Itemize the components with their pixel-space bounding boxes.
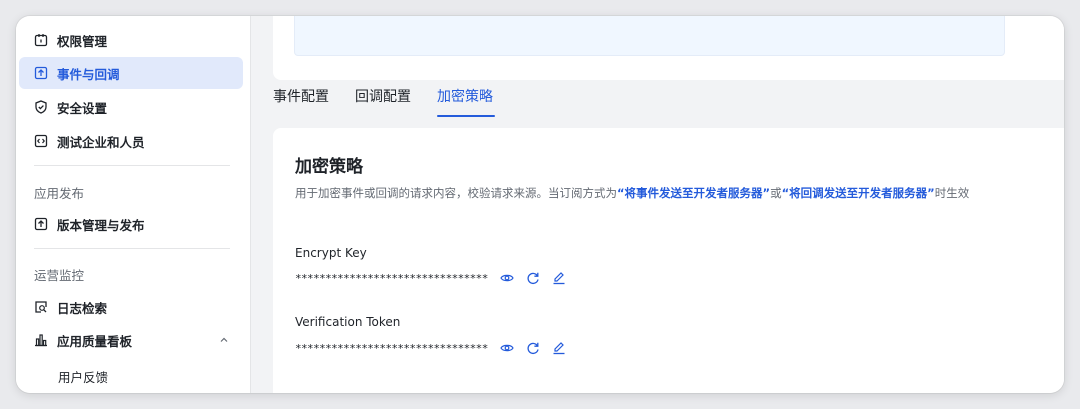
event-callback-icon	[34, 66, 48, 80]
sidebar-item-quality-dashboard[interactable]: 应用质量看板	[19, 324, 243, 356]
sidebar-subitem-user-feedback[interactable]: 用户反馈	[58, 367, 108, 386]
tab-encryption-strategy[interactable]: 加密策略	[437, 86, 493, 106]
sidebar-item-test-tenant[interactable]: 测试企业和人员	[19, 125, 243, 157]
config-table-header	[294, 16, 1005, 56]
edit-icon[interactable]	[552, 341, 566, 355]
sidebar-item-label: 日志检索	[57, 300, 108, 316]
encrypt-key-row: ********************************	[295, 271, 566, 285]
description-text: 用于加密事件或回调的请求内容，校验请求来源。当订阅方式为	[295, 186, 617, 200]
log-search-icon	[34, 300, 48, 314]
sidebar-item-label: 版本管理与发布	[57, 217, 145, 233]
sidebar-item-label: 测试企业和人员	[57, 134, 145, 150]
verification-token-row: ********************************	[295, 341, 566, 355]
encryption-card: 加密策略 用于加密事件或回调的请求内容，校验请求来源。当订阅方式为“将事件发送至…	[273, 128, 1064, 393]
description-text: 时生效	[934, 186, 970, 200]
event-to-server-link[interactable]: “将事件发送至开发者服务器”	[617, 186, 770, 200]
section-description: 用于加密事件或回调的请求内容，校验请求来源。当订阅方式为“将事件发送至开发者服务…	[295, 184, 1015, 202]
encrypt-key-label: Encrypt Key	[295, 246, 367, 260]
tab-callback-config[interactable]: 回调配置	[355, 86, 411, 106]
section-label-monitoring: 运营监控	[34, 268, 85, 283]
sidebar-item-label: 权限管理	[57, 33, 108, 49]
app-window: 权限管理 事件与回调 安全设置 测试企业和人员 应用发布 版本管理与发布 运营监…	[16, 16, 1064, 393]
callback-config-card	[273, 16, 1064, 80]
sidebar: 权限管理 事件与回调 安全设置 测试企业和人员 应用发布 版本管理与发布 运营监…	[16, 16, 251, 393]
sidebar-item-log-search[interactable]: 日志检索	[19, 291, 243, 323]
sidebar-item-version-release[interactable]: 版本管理与发布	[19, 208, 243, 240]
active-tab-indicator	[437, 115, 495, 117]
chevron-up-icon[interactable]	[219, 333, 229, 343]
eye-icon[interactable]	[500, 271, 514, 285]
test-tenant-icon	[34, 134, 48, 148]
section-label-release: 应用发布	[34, 186, 85, 201]
sidebar-item-permissions[interactable]: 权限管理	[19, 24, 243, 56]
eye-icon[interactable]	[500, 341, 514, 355]
encrypt-key-value: ********************************	[295, 271, 488, 285]
edit-icon[interactable]	[552, 271, 566, 285]
tab-event-config[interactable]: 事件配置	[273, 86, 329, 106]
sidebar-divider	[34, 165, 230, 166]
callback-to-server-link[interactable]: “将回调发送至开发者服务器”	[782, 186, 935, 200]
refresh-icon[interactable]	[526, 341, 540, 355]
description-text: 或	[770, 186, 782, 200]
permission-icon	[34, 33, 48, 47]
shield-check-icon	[34, 100, 48, 114]
config-tabs: 事件配置 回调配置 加密策略	[273, 86, 1064, 118]
chart-icon	[34, 333, 48, 347]
verification-token-label: Verification Token	[295, 315, 401, 329]
sidebar-item-label: 安全设置	[57, 100, 108, 116]
main-content: 事件配置 回调配置 加密策略 加密策略 用于加密事件或回调的请求内容，校验请求来…	[251, 16, 1064, 393]
refresh-icon[interactable]	[526, 271, 540, 285]
verification-token-value: ********************************	[295, 341, 488, 355]
sidebar-item-security[interactable]: 安全设置	[19, 91, 243, 123]
sidebar-divider	[34, 248, 230, 249]
upload-icon	[34, 217, 48, 231]
sidebar-item-event-callback[interactable]: 事件与回调	[19, 57, 243, 89]
sidebar-item-label: 应用质量看板	[57, 333, 133, 349]
sidebar-item-label: 事件与回调	[57, 66, 120, 82]
section-title: 加密策略	[295, 157, 363, 177]
